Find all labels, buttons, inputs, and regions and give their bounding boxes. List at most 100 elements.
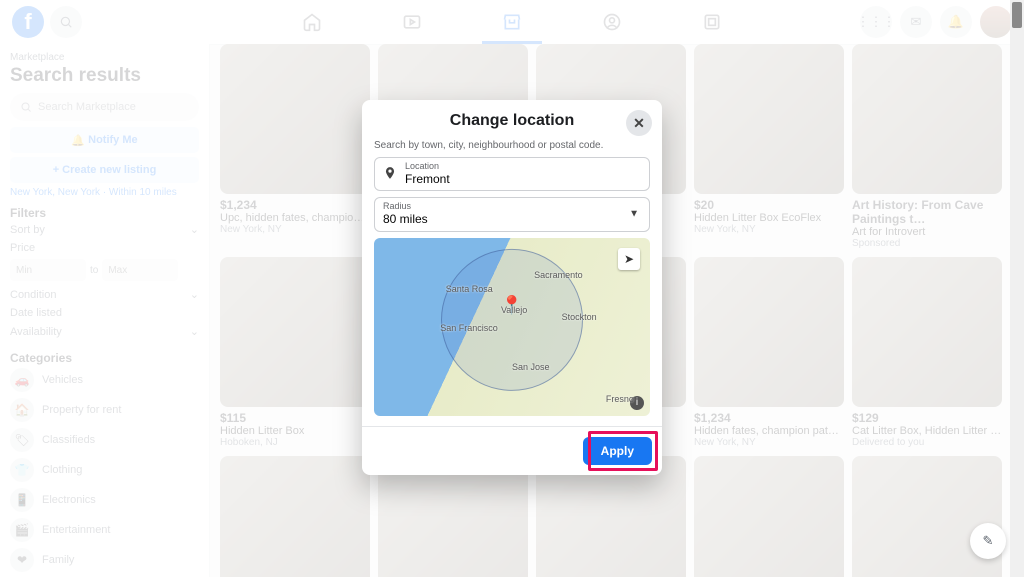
map-city-label: San Jose xyxy=(512,362,550,372)
listing-title: Upc, hidden fates, champion path, celebr… xyxy=(220,212,370,224)
listing-image xyxy=(852,44,1002,194)
scrollbar[interactable] xyxy=(1010,0,1024,577)
modal-title: Change location ✕ xyxy=(362,100,662,140)
map-city-label: Stockton xyxy=(562,312,597,322)
category-label: Electronics xyxy=(42,494,96,506)
radius-field[interactable]: Radius 80 miles ▼ xyxy=(374,197,650,231)
listing-card[interactable]: $129Cat Litter Box, Hidden Litter Box Fu… xyxy=(852,257,1002,448)
tab-groups[interactable] xyxy=(582,0,642,44)
listing-image xyxy=(852,456,1002,577)
listing-card[interactable]: $115Hidden Litter BoxHoboken, NJ xyxy=(220,257,370,448)
price-min-input[interactable] xyxy=(10,259,86,281)
category-icon: 🎬 xyxy=(10,518,34,542)
modal-hint: Search by town, city, neighbourhood or p… xyxy=(374,140,650,151)
price-max-input[interactable] xyxy=(102,259,178,281)
category-label: Vehicles xyxy=(42,374,83,386)
chevron-down-icon: ⌄ xyxy=(190,223,199,236)
listing-title: Hidden Litter Box EcoFlex xyxy=(694,212,844,224)
availability-filter[interactable]: Availability⌄ xyxy=(10,322,199,341)
category-vehicles[interactable]: 🚗 Vehicles xyxy=(10,365,199,395)
listing-image xyxy=(694,257,844,407)
listing-title: Hidden fates, champion path, vivid volta… xyxy=(694,425,844,437)
listing-card[interactable]: $1,234Upc, hidden fates, champion path, … xyxy=(220,44,370,249)
locate-me-button[interactable]: ➤ xyxy=(618,248,640,270)
location-field[interactable]: Location Fremont xyxy=(374,157,650,191)
listing-sub: Hoboken, NJ xyxy=(220,437,370,448)
listing-sub: Sponsored xyxy=(852,238,1002,249)
menu-grid-icon[interactable]: ⋮⋮⋮ xyxy=(860,6,892,38)
tab-home[interactable] xyxy=(282,0,342,44)
facebook-logo[interactable]: f xyxy=(12,6,44,38)
listing-price: $1,234 xyxy=(694,411,844,425)
marketplace-search-input[interactable]: Search Marketplace xyxy=(10,93,199,121)
listing-card[interactable]: $20Hidden Litter Box EcoFlexNew York, NY xyxy=(694,44,844,249)
category-label: Entertainment xyxy=(42,524,110,536)
profile-avatar[interactable] xyxy=(980,6,1012,38)
listing-card[interactable] xyxy=(220,456,370,577)
location-value: Fremont xyxy=(405,172,641,186)
category-clothing[interactable]: 👕Clothing xyxy=(10,455,199,485)
search-placeholder: Search Marketplace xyxy=(38,101,136,113)
listing-price: $1,234 xyxy=(220,198,370,212)
radius-value: 80 miles xyxy=(383,212,641,226)
category-label: Property for rent xyxy=(42,404,121,416)
listing-price: Art History: From Cave Paintings t… xyxy=(852,198,1002,226)
sort-by-filter[interactable]: Sort by⌄ xyxy=(10,220,199,239)
listing-sub: New York, NY xyxy=(694,224,844,235)
listing-card[interactable]: Art History: From Cave Paintings t…Art f… xyxy=(852,44,1002,249)
map-pin-icon xyxy=(383,166,397,183)
tab-gaming[interactable] xyxy=(682,0,742,44)
notifications-icon[interactable]: 🔔 xyxy=(940,6,972,38)
top-nav: f ⋮⋮⋮ ✉ 🔔 xyxy=(0,0,1024,45)
listing-image xyxy=(220,44,370,194)
category-label: Classifieds xyxy=(42,434,95,446)
messenger-icon[interactable]: ✉ xyxy=(900,6,932,38)
listing-card[interactable] xyxy=(852,456,1002,577)
listing-price: $20 xyxy=(694,198,844,212)
global-search-button[interactable] xyxy=(50,6,82,38)
listing-price: $115 xyxy=(220,411,370,425)
category-entertainment[interactable]: 🎬 Entertainment xyxy=(10,515,199,545)
chevron-down-icon: ⌄ xyxy=(190,288,199,301)
tab-watch[interactable] xyxy=(382,0,442,44)
price-range: to xyxy=(10,259,199,281)
listing-sub: New York, NY xyxy=(220,224,370,235)
caret-down-icon: ▼ xyxy=(629,209,639,220)
page-title: Search results xyxy=(10,65,199,87)
condition-filter[interactable]: Condition⌄ xyxy=(10,285,199,304)
scrollbar-thumb[interactable] xyxy=(1012,2,1022,28)
listing-card[interactable]: $1,234Hidden fates, champion path, vivid… xyxy=(694,257,844,448)
category-classifieds[interactable]: 🏷 Classifieds xyxy=(10,425,199,455)
breadcrumb: Marketplace xyxy=(10,52,199,63)
listing-image xyxy=(852,257,1002,407)
category-icon: 👕 xyxy=(10,458,34,482)
close-icon[interactable]: ✕ xyxy=(626,110,652,136)
tab-marketplace[interactable] xyxy=(482,0,542,44)
create-listing-button[interactable]: + Create new listing xyxy=(10,157,199,183)
map-city-label: Fresno xyxy=(606,394,634,404)
compose-fab[interactable]: ✎ xyxy=(970,523,1006,559)
left-sidebar: Marketplace Search results Search Market… xyxy=(0,44,210,577)
location-filter-link[interactable]: New York, New York · Within 10 miles xyxy=(10,187,199,198)
category-electronics[interactable]: 📱 Electronics xyxy=(10,485,199,515)
notify-me-button[interactable]: 🔔 Notify Me xyxy=(10,127,199,153)
map-city-label: Sacramento xyxy=(534,270,583,280)
filters-heading: Filters xyxy=(10,206,199,220)
category-family[interactable]: ❤Family xyxy=(10,545,199,575)
category-icon: 🏷 xyxy=(10,428,34,452)
category-label: Family xyxy=(42,554,74,566)
map-city-label: San Francisco xyxy=(440,323,498,333)
map-preview[interactable]: 📍 ➤ i SacramentoSanta RosaVallejoStockto… xyxy=(374,238,650,416)
listing-title: Art for Introvert xyxy=(852,226,1002,238)
category-icon: 📱 xyxy=(10,488,34,512)
listing-card[interactable] xyxy=(694,456,844,577)
date-listed-filter[interactable]: Date listed xyxy=(10,304,199,322)
listing-title: Hidden Litter Box xyxy=(220,425,370,437)
category-property-for-rent[interactable]: 🏠Property for rent xyxy=(10,395,199,425)
listing-image xyxy=(220,456,370,577)
category-icon: 🚗 xyxy=(10,368,34,392)
apply-button[interactable]: Apply xyxy=(583,437,652,465)
listing-image xyxy=(694,456,844,577)
top-right-actions: ⋮⋮⋮ ✉ 🔔 xyxy=(860,6,1012,38)
map-city-label: Vallejo xyxy=(501,305,527,315)
